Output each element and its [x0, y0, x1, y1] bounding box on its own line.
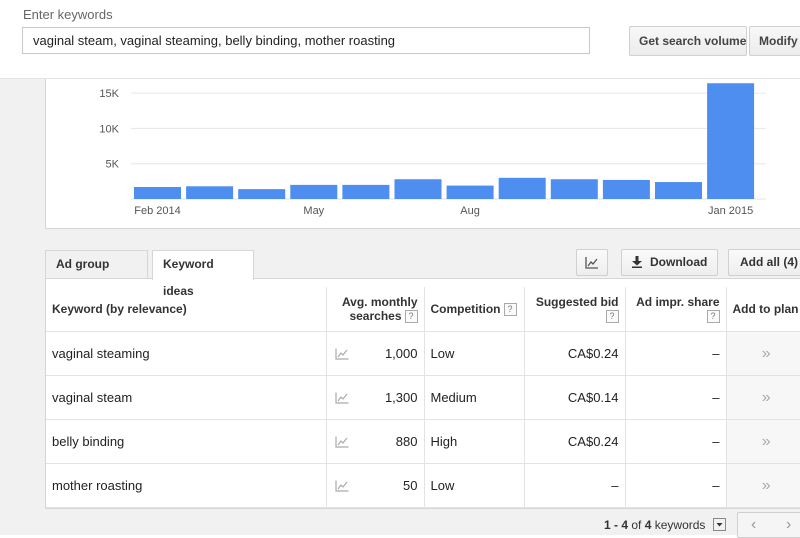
avg-monthly-searches-cell: 1,000 — [354, 331, 424, 376]
pager-total: 4 — [644, 518, 652, 532]
search-volume-chart: 5K 10K 15K Feb 2014 May Aug Jan 2015 — [45, 79, 800, 229]
x-tick-label: May — [303, 205, 324, 217]
x-tick-label: Jan 2015 — [708, 205, 753, 217]
tab-keyword-ideas[interactable]: Keyword ideas — [152, 250, 254, 298]
competition-cell: Low — [423, 463, 524, 508]
trend-cell[interactable] — [325, 419, 354, 464]
chart-bar[interactable] — [186, 186, 234, 199]
add-all-button[interactable]: Add all (4) — [728, 249, 800, 276]
table-row: vaginal steaming 1,000 Low CA$0.24–» — [46, 331, 800, 376]
rows-per-page-dropdown[interactable] — [712, 518, 726, 531]
modify-search-button[interactable]: Modify s — [749, 26, 800, 56]
keyword-ideas-table: Keyword (by relevance) Avg. monthly sear… — [45, 278, 800, 509]
download-icon — [632, 256, 642, 268]
chevron-down-icon — [716, 523, 723, 527]
get-search-volume-button[interactable]: Get search volume — [629, 26, 747, 56]
help-icon[interactable]: ? — [404, 310, 418, 324]
show-chart-button[interactable] — [576, 249, 608, 276]
chart-bar[interactable] — [394, 179, 442, 199]
header-suggested-bid[interactable]: Suggested bid ? — [523, 287, 625, 332]
chart-bar[interactable] — [550, 179, 598, 199]
add-to-plan-button[interactable]: » — [725, 331, 800, 376]
add-to-plan-button[interactable]: » — [725, 463, 800, 508]
tab-ad-group-ideas[interactable]: Ad group ideas — [45, 250, 148, 298]
help-icon[interactable]: ? — [605, 310, 619, 324]
trend-chart-icon — [334, 392, 348, 404]
pager-of: of — [631, 518, 642, 532]
chart-bar[interactable] — [238, 189, 286, 199]
add-to-plan-button[interactable]: » — [725, 375, 800, 420]
enter-keywords-label: Enter keywords — [23, 7, 113, 22]
chart-bar[interactable] — [707, 83, 755, 199]
keyword-search-area: Enter keywords vaginal steam, vaginal st… — [0, 0, 800, 79]
competition-cell: High — [423, 419, 524, 464]
header-impr-label: Ad impr. share — [636, 294, 720, 309]
add-to-plan-button[interactable]: » — [725, 419, 800, 464]
competition-cell: Medium — [423, 375, 524, 420]
chart-bar[interactable] — [446, 185, 494, 199]
next-page-button[interactable]: › — [786, 516, 791, 534]
chart-bar[interactable] — [342, 184, 390, 199]
pagination-info: 1 - 4 of 4 keywords — [604, 518, 726, 532]
suggested-bid-cell: CA$0.14 — [523, 375, 625, 420]
header-avg-line2: searches — [349, 308, 402, 323]
ad-impr-share-cell: – — [624, 331, 726, 376]
chart-bar[interactable] — [655, 182, 702, 199]
trend-chart-icon — [334, 480, 348, 492]
suggested-bid-cell: CA$0.24 — [523, 419, 625, 464]
keyword-cell[interactable]: vaginal steaming — [46, 331, 326, 376]
y-tick-label: 15K — [99, 88, 119, 100]
header-competition[interactable]: Competition? — [423, 287, 524, 332]
avg-monthly-searches-cell: 1,300 — [354, 375, 424, 420]
download-button[interactable]: Download — [621, 249, 718, 276]
chart-bar[interactable] — [602, 179, 650, 199]
avg-monthly-searches-cell: 880 — [354, 419, 424, 464]
chart-bar[interactable] — [290, 184, 338, 199]
y-tick-label: 5K — [106, 159, 120, 171]
chart-bar[interactable] — [498, 177, 546, 199]
trend-cell[interactable] — [325, 331, 354, 376]
trend-chart-icon — [334, 436, 348, 448]
pager-nav: ‹ › — [737, 512, 800, 538]
ad-impr-share-cell: – — [624, 375, 726, 420]
keyword-cell[interactable]: belly binding — [46, 419, 326, 464]
header-ad-impr-share[interactable]: Ad impr. share ? — [624, 287, 726, 332]
suggested-bid-cell: CA$0.24 — [523, 331, 625, 376]
chart-svg: 5K 10K 15K Feb 2014 May Aug Jan 2015 — [99, 83, 766, 217]
avg-monthly-searches-cell: 50 — [354, 463, 424, 508]
x-tick-label: Feb 2014 — [134, 205, 180, 217]
trend-cell[interactable] — [325, 463, 354, 508]
pager-unit: keywords — [654, 518, 706, 532]
header-bid-label: Suggested bid — [535, 294, 619, 309]
help-icon[interactable]: ? — [706, 310, 720, 324]
y-tick-label: 10K — [99, 123, 119, 135]
ad-impr-share-cell: – — [624, 463, 726, 508]
download-label: Download — [650, 255, 708, 269]
header-add-to-plan: Add to plan — [725, 287, 800, 332]
header-avg-line1: Avg. monthly — [341, 294, 418, 309]
competition-cell: Low — [423, 331, 524, 376]
trend-chart-icon — [334, 348, 348, 360]
previous-page-button[interactable]: ‹ — [751, 516, 756, 534]
line-chart-icon — [585, 257, 598, 269]
keywords-input[interactable]: vaginal steam, vaginal steaming, belly b… — [22, 27, 590, 54]
x-tick-label: Aug — [460, 205, 480, 217]
pager-range: 1 - 4 — [604, 518, 629, 532]
help-icon[interactable]: ? — [503, 303, 517, 317]
trend-cell[interactable] — [325, 375, 354, 420]
chart-bar[interactable] — [134, 187, 181, 199]
header-competition-label: Competition — [430, 301, 501, 316]
table-row: belly binding 880 High CA$0.24–» — [46, 419, 800, 464]
header-avg-monthly-searches[interactable]: Avg. monthly searches? — [325, 287, 424, 332]
table-row: vaginal steam 1,300 Medium CA$0.14–» — [46, 375, 800, 420]
keyword-cell[interactable]: mother roasting — [46, 463, 326, 508]
table-row: mother roasting 50 Low – –» — [46, 463, 800, 508]
table-header-row: Keyword (by relevance) Avg. monthly sear… — [46, 287, 800, 332]
ad-impr-share-cell: – — [624, 419, 726, 464]
keyword-cell[interactable]: vaginal steam — [46, 375, 326, 420]
suggested-bid-cell: – — [523, 463, 625, 508]
